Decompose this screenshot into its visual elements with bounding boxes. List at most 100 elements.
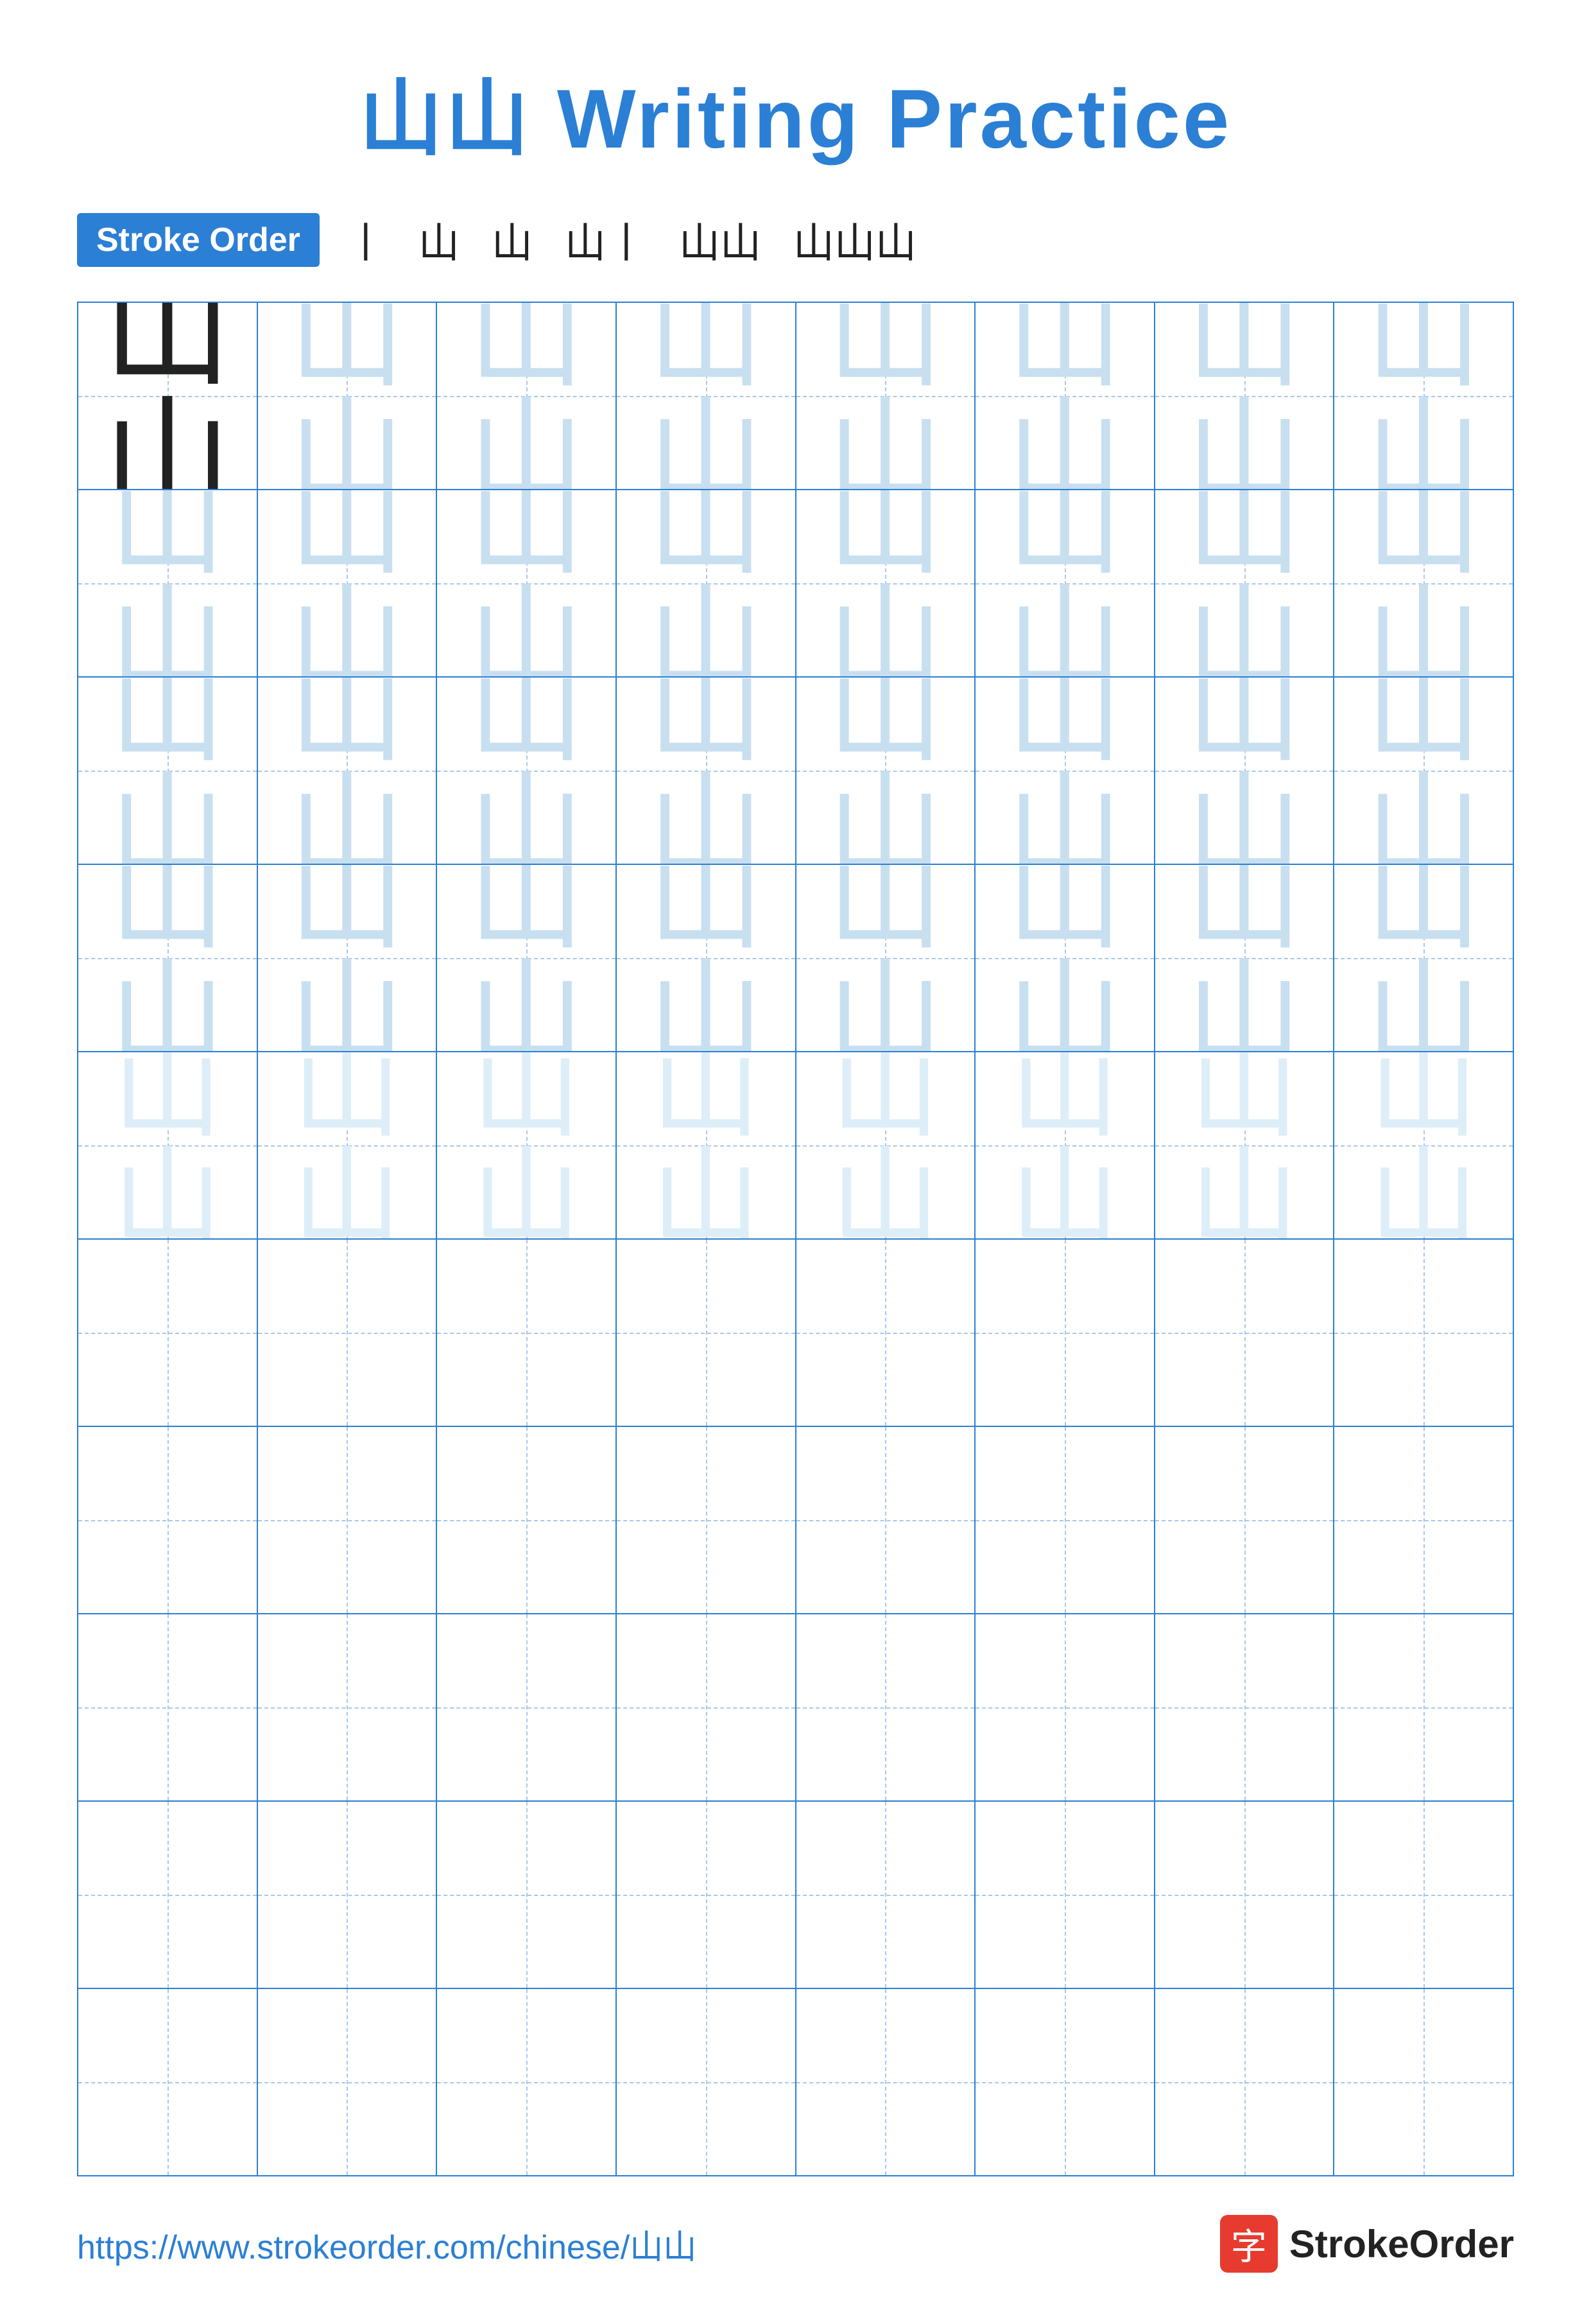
- grid-cell-empty[interactable]: [1155, 1427, 1335, 1613]
- grid-cell-empty[interactable]: [617, 1989, 796, 2175]
- footer-url[interactable]: https://www.strokeorder.com/chinese/山山: [77, 2220, 696, 2268]
- grid-cell[interactable]: 山山: [437, 490, 617, 676]
- grid-cell-empty[interactable]: [1155, 1614, 1335, 1800]
- grid-cell-empty[interactable]: [796, 1989, 976, 2175]
- char-light: 山山: [648, 490, 764, 676]
- char-light: 山山: [1366, 303, 1481, 489]
- grid-cell-empty[interactable]: [1334, 1427, 1513, 1613]
- grid-cell-empty[interactable]: [976, 1240, 1155, 1426]
- grid-cell[interactable]: 山山: [1334, 490, 1513, 676]
- grid-cell[interactable]: 山山: [437, 865, 617, 1051]
- grid-cell-empty[interactable]: [1334, 1802, 1513, 1988]
- grid-cell-empty[interactable]: [1155, 1802, 1335, 1988]
- grid-row-2: 山山 山山 山山 山山 山山 山山 山山 山山: [78, 490, 1513, 678]
- grid-cell-empty[interactable]: [796, 1240, 976, 1426]
- grid-cell-empty[interactable]: [617, 1427, 796, 1613]
- grid-cell[interactable]: 山山: [976, 303, 1155, 489]
- grid-cell-empty[interactable]: [78, 1989, 258, 2175]
- stroke-order-row: Stroke Order 丨 山 山 山丨 山山 山山山: [77, 210, 916, 269]
- grid-cell-empty[interactable]: [258, 1802, 438, 1988]
- grid-cell-empty[interactable]: [258, 1240, 438, 1426]
- grid-cell[interactable]: 山山: [796, 678, 976, 864]
- grid-cell-empty[interactable]: [617, 1614, 796, 1800]
- grid-cell-empty[interactable]: [1155, 1240, 1335, 1426]
- grid-cell[interactable]: 山山: [1334, 303, 1513, 489]
- grid-row-5: 山山 山山 山山 山山 山山 山山 山山 山山: [78, 1052, 1513, 1240]
- grid-cell-empty[interactable]: [258, 1427, 438, 1613]
- grid-cell-empty[interactable]: [1334, 1240, 1513, 1426]
- grid-cell[interactable]: 山山: [258, 865, 438, 1051]
- grid-cell[interactable]: 山山: [796, 490, 976, 676]
- stroke-step-4: 山丨: [565, 210, 647, 269]
- grid-row-3: 山山 山山 山山 山山 山山 山山 山山 山山: [78, 678, 1513, 865]
- grid-cell-empty[interactable]: [78, 1614, 258, 1800]
- grid-cell-empty[interactable]: [1334, 1989, 1513, 2175]
- grid-cell-empty[interactable]: [437, 1802, 617, 1988]
- grid-cell[interactable]: 山山: [617, 303, 796, 489]
- writing-grid[interactable]: 山山 山山 山山 山山 山山 山山 山山 山山: [77, 302, 1514, 2176]
- grid-row-1: 山山 山山 山山 山山 山山 山山 山山 山山: [78, 303, 1513, 490]
- grid-cell-empty[interactable]: [976, 1427, 1155, 1613]
- grid-cell[interactable]: 山山: [1155, 1052, 1335, 1238]
- char-light: 山山: [827, 490, 943, 676]
- grid-cell[interactable]: 山山: [1155, 865, 1335, 1051]
- grid-cell[interactable]: 山山: [1334, 1052, 1513, 1238]
- char-light: 山山: [1187, 490, 1302, 676]
- grid-cell[interactable]: 山山: [258, 678, 438, 864]
- grid-cell-empty[interactable]: [258, 1614, 438, 1800]
- grid-cell-empty[interactable]: [258, 1989, 438, 2175]
- grid-cell-empty[interactable]: [437, 1614, 617, 1800]
- grid-cell-empty[interactable]: [976, 1802, 1155, 1988]
- grid-cell[interactable]: 山山: [78, 865, 258, 1051]
- grid-cell[interactable]: 山山: [1334, 678, 1513, 864]
- grid-cell[interactable]: 山山: [258, 303, 438, 489]
- grid-cell[interactable]: 山山: [617, 865, 796, 1051]
- char-light: 山山: [1007, 303, 1122, 489]
- grid-cell[interactable]: 山山: [437, 1052, 617, 1238]
- grid-cell[interactable]: 山山: [437, 303, 617, 489]
- grid-cell[interactable]: 山山: [1155, 303, 1335, 489]
- grid-cell[interactable]: 山山: [78, 303, 258, 489]
- grid-cell[interactable]: 山山: [1155, 490, 1335, 676]
- grid-cell[interactable]: 山山: [258, 1052, 438, 1238]
- grid-cell-empty[interactable]: [78, 1240, 258, 1426]
- grid-cell[interactable]: 山山: [796, 865, 976, 1051]
- grid-cell-empty[interactable]: [796, 1427, 976, 1613]
- char-very-light: 山山: [472, 1052, 581, 1238]
- char-dark: 山山: [103, 303, 232, 489]
- grid-cell[interactable]: 山山: [976, 490, 1155, 676]
- grid-cell[interactable]: 山山: [258, 490, 438, 676]
- char-light: 山山: [110, 865, 225, 1051]
- grid-cell-empty[interactable]: [437, 1427, 617, 1613]
- grid-cell[interactable]: 山山: [976, 1052, 1155, 1238]
- grid-cell-empty[interactable]: [437, 1989, 617, 2175]
- grid-cell-empty[interactable]: [78, 1802, 258, 1988]
- grid-cell-empty[interactable]: [1155, 1989, 1335, 2175]
- grid-cell[interactable]: 山山: [617, 490, 796, 676]
- grid-cell-empty[interactable]: [976, 1614, 1155, 1800]
- grid-cell[interactable]: 山山: [78, 1052, 258, 1238]
- grid-cell-empty[interactable]: [796, 1614, 976, 1800]
- grid-cell[interactable]: 山山: [437, 678, 617, 864]
- grid-cell-empty[interactable]: [78, 1427, 258, 1613]
- grid-cell-empty[interactable]: [976, 1989, 1155, 2175]
- char-light: 山山: [469, 865, 584, 1051]
- grid-cell[interactable]: 山山: [796, 1052, 976, 1238]
- grid-cell[interactable]: 山山: [976, 678, 1155, 864]
- grid-cell-empty[interactable]: [1334, 1614, 1513, 1800]
- grid-cell[interactable]: 山山: [796, 303, 976, 489]
- char-light: 山山: [827, 678, 943, 864]
- grid-cell[interactable]: 山山: [976, 865, 1155, 1051]
- grid-cell[interactable]: 山山: [1155, 678, 1335, 864]
- grid-cell-empty[interactable]: [617, 1240, 796, 1426]
- char-light: 山山: [289, 678, 404, 864]
- grid-cell[interactable]: 山山: [1334, 865, 1513, 1051]
- grid-cell[interactable]: 山山: [78, 490, 258, 676]
- grid-cell[interactable]: 山山: [617, 1052, 796, 1238]
- grid-cell-empty[interactable]: [437, 1240, 617, 1426]
- grid-cell-empty[interactable]: [617, 1802, 796, 1988]
- grid-cell-empty[interactable]: [796, 1802, 976, 1988]
- grid-cell[interactable]: 山山: [617, 678, 796, 864]
- char-very-light: 山山: [1190, 1052, 1299, 1238]
- grid-cell[interactable]: 山山: [78, 678, 258, 864]
